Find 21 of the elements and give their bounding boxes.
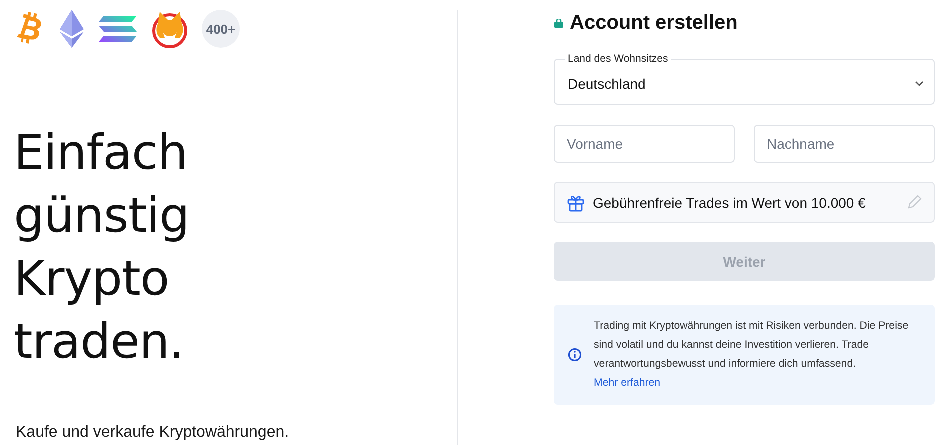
ethereum-icon: [59, 10, 85, 48]
headline-line: Krypto: [14, 250, 170, 309]
headline-line: traden.: [14, 313, 184, 372]
subtitle: Kaufe und verkaufe Kryptowährungen.: [16, 424, 290, 442]
promo-text: Gebührenfreie Trades im Wert von 10.000 €: [593, 194, 867, 210]
headline-line: Einfach: [14, 124, 188, 183]
country-select[interactable]: Land des Wohnsitzes Deutschland: [554, 53, 935, 105]
gift-icon: [567, 194, 585, 212]
first-name-field[interactable]: Vorname: [554, 125, 735, 163]
promo-field[interactable]: Gebührenfreie Trades im Wert von 10.000 €: [554, 182, 935, 223]
headline-line: günstig: [14, 187, 190, 246]
risk-notice-text: Trading mit Kryptowährungen ist mit Risiken verbunden. Die Preise sind volatil und du kannst deine Investition verlieren. Trade verantwortungsbewusst und informiere dich umfassend. Mehr erfahren: [594, 319, 910, 391]
more-coins-badge: 400+: [202, 10, 240, 48]
learn-more-link[interactable]: Mehr erfahren: [594, 377, 661, 389]
pencil-icon: [907, 195, 922, 210]
last-name-field[interactable]: Nachname: [754, 125, 935, 163]
chevron-down-icon: [915, 80, 924, 86]
lock-icon: [554, 19, 564, 28]
field-label: Land des Wohnsitzes: [567, 53, 670, 65]
info-icon: [568, 348, 582, 362]
form-title: Account erstellen: [570, 12, 738, 35]
